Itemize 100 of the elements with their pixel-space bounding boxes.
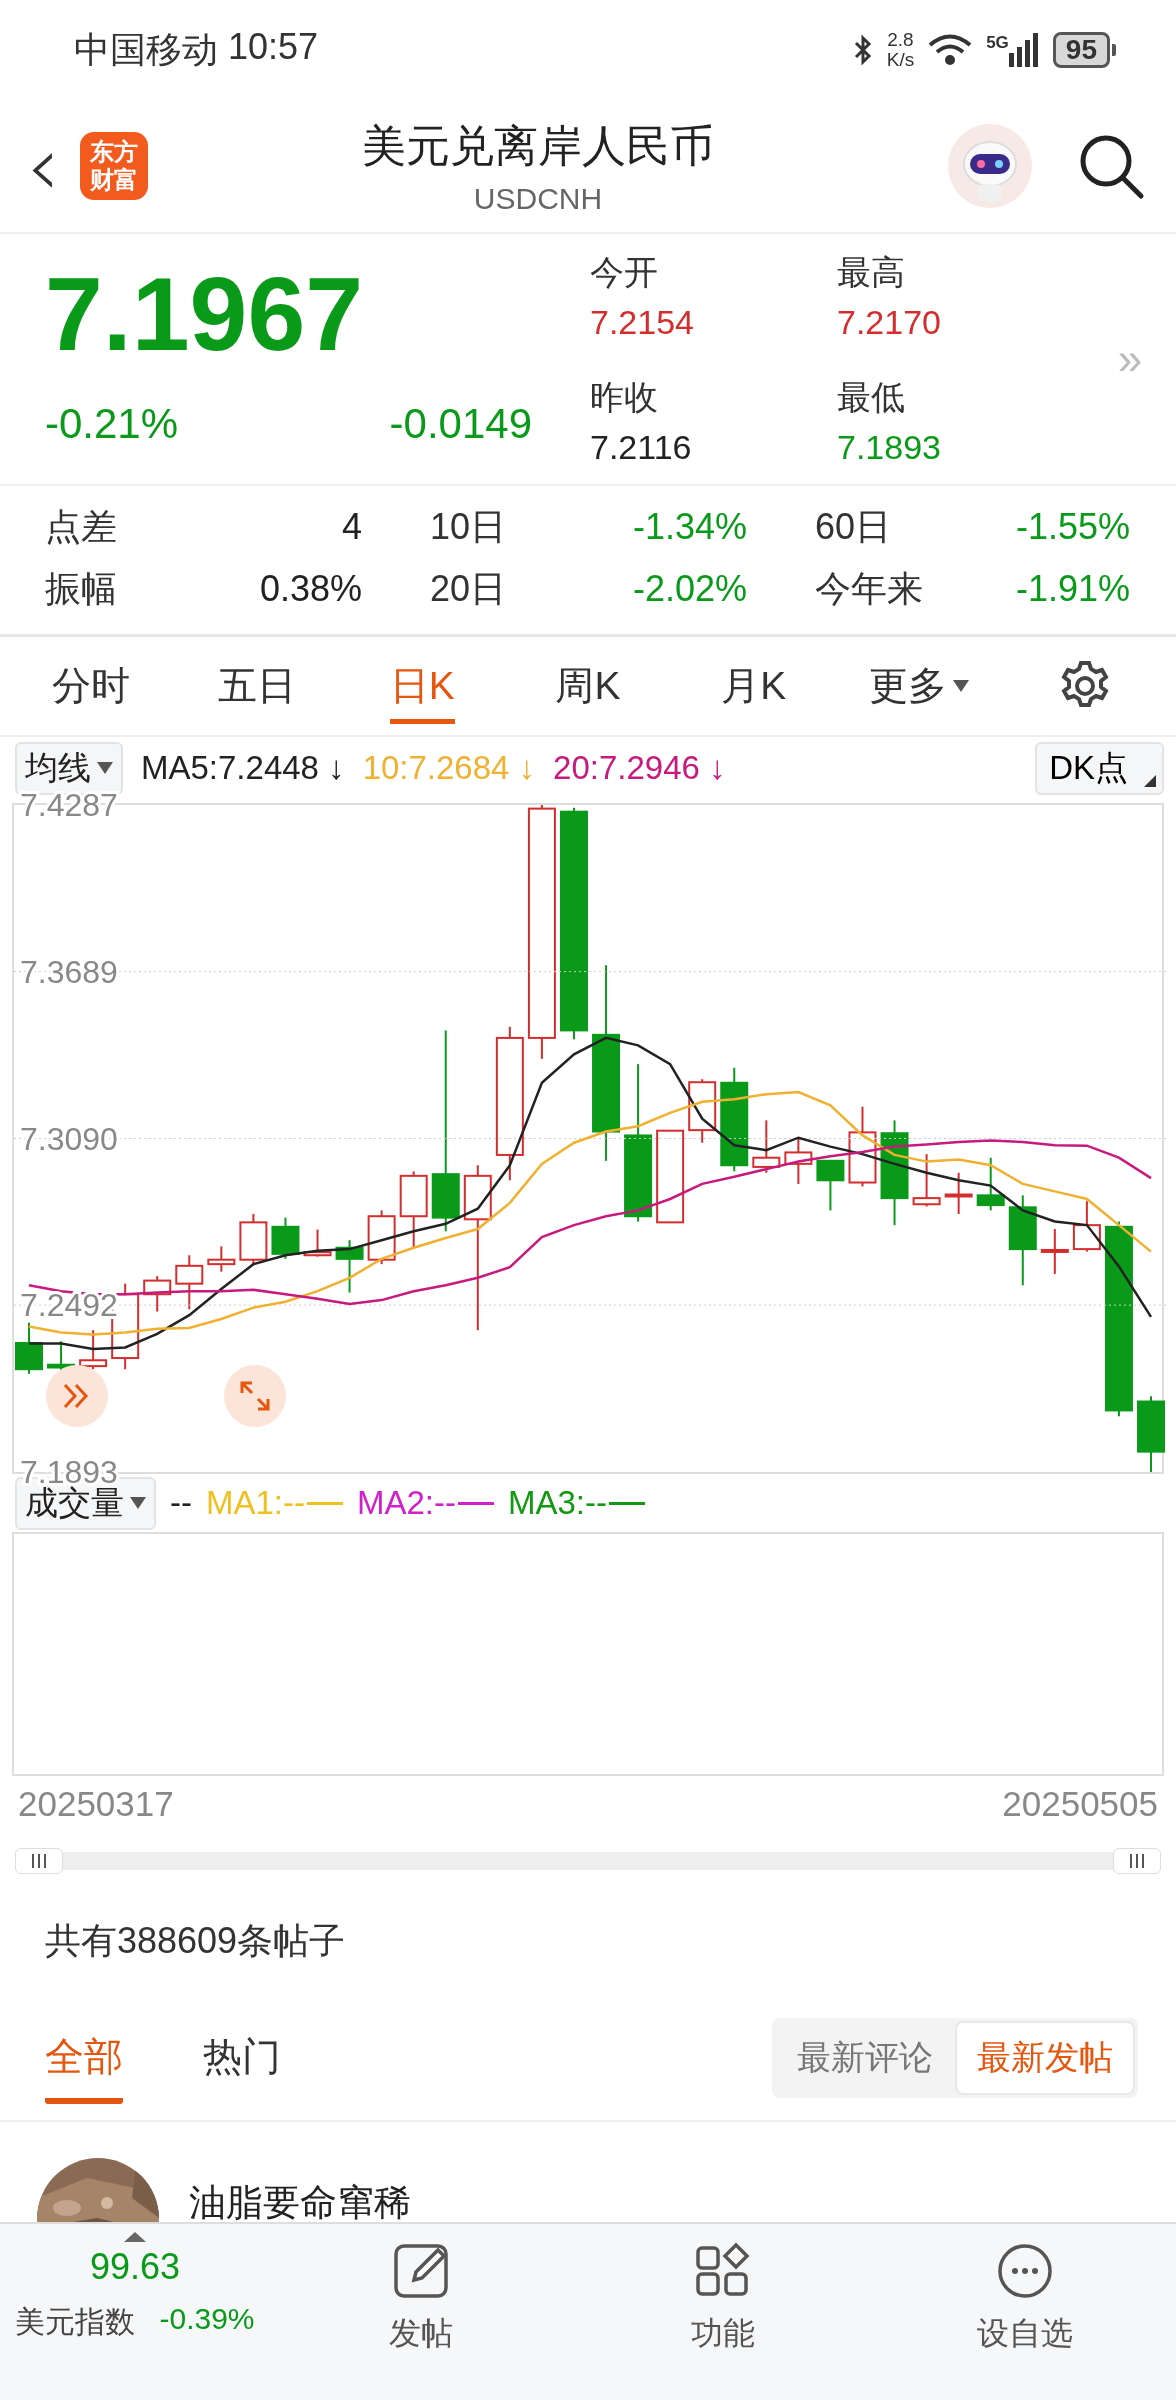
- edit-icon: [392, 2242, 450, 2300]
- caret-icon: [130, 1497, 146, 1509]
- stat-value: 4: [341, 506, 362, 548]
- tab[interactable]: 五日: [217, 648, 296, 724]
- legend-label: MA5:7.2448 ↓: [141, 749, 345, 787]
- author-name[interactable]: 油脂要命窜稀: [189, 2178, 411, 2222]
- legend-label: 20:7.2946 ↓: [553, 749, 726, 787]
- candlestick: [784, 1136, 813, 1185]
- range-handle[interactable]: [1113, 1848, 1161, 1874]
- candlestick: [175, 1254, 204, 1311]
- carrier-name: 中国移动: [74, 27, 218, 72]
- stat-value: -1.91%: [1015, 568, 1130, 610]
- candlestick: [752, 1119, 781, 1174]
- candlestick: [1072, 1200, 1101, 1253]
- more-icon: [996, 2242, 1054, 2300]
- candlestick: [207, 1245, 236, 1273]
- grip-icon: [29, 1854, 49, 1868]
- stat-value: -1.55%: [1015, 506, 1130, 548]
- candlestick: [15, 1321, 43, 1375]
- index-change: -0.39%: [159, 2302, 255, 2337]
- tab[interactable]: 全部: [45, 2012, 123, 2104]
- tab[interactable]: 月K: [721, 648, 787, 724]
- axis-label: 7.3090: [20, 1120, 118, 1157]
- sort-option[interactable]: 最新发帖: [955, 2021, 1135, 2095]
- field-value: 7.2170: [837, 301, 942, 343]
- field-value: 7.2154: [590, 301, 695, 343]
- field-label: 昨收: [590, 376, 659, 418]
- tab[interactable]: 热门: [203, 2012, 281, 2104]
- candlestick: [816, 1159, 845, 1212]
- page-title: 美元兑离岸人民币: [362, 119, 714, 172]
- candlestick: [944, 1171, 973, 1215]
- axis-label: 7.3689: [20, 953, 118, 990]
- candlestick: [79, 1329, 108, 1371]
- change-value: -0.0149: [389, 400, 532, 448]
- speed-unit: K/s: [886, 50, 915, 70]
- field-label: 今开: [590, 251, 659, 293]
- end-date: 20250505: [1002, 1784, 1158, 1825]
- candlestick: [367, 1209, 396, 1266]
- tab[interactable]: 周K: [555, 648, 621, 724]
- dk-button[interactable]: DK点: [1035, 741, 1164, 795]
- stat-label: 60日: [815, 504, 892, 549]
- candlestick: [271, 1216, 300, 1260]
- change-percent: -0.21%: [45, 400, 179, 448]
- legend-label: MA3:--: [508, 1484, 607, 1522]
- bluetooth-icon: [852, 34, 873, 66]
- range-handle[interactable]: [15, 1848, 63, 1874]
- field-value: 7.1893: [837, 426, 942, 468]
- candlestick: [1040, 1228, 1069, 1275]
- caret-icon: [97, 762, 113, 774]
- stat-value: -2.02%: [632, 568, 747, 610]
- stat-label: 点差: [45, 504, 117, 549]
- volume-value: --: [170, 1484, 192, 1522]
- grip-icon: [1127, 1854, 1147, 1868]
- legend-line: [307, 1501, 343, 1505]
- symbol-code: USDCNH: [473, 181, 603, 216]
- index-name: 美元指数: [15, 2304, 136, 2340]
- legend-line: [609, 1501, 645, 1505]
- sort-option[interactable]: 最新评论: [775, 2021, 955, 2095]
- legend-label: 10:7.2684 ↓: [362, 749, 536, 787]
- candlestick: [239, 1213, 268, 1266]
- signal-icon: [1008, 33, 1039, 67]
- candlestick: [912, 1153, 941, 1208]
- caret-icon[interactable]: [124, 2232, 146, 2242]
- last-price: 7.1967: [45, 255, 365, 374]
- stat-label: 20日: [430, 566, 507, 611]
- clock-time: 10:57: [228, 25, 319, 69]
- legend-line: [458, 1501, 494, 1505]
- robot-icon[interactable]: [948, 124, 1032, 208]
- start-date: 20250317: [18, 1784, 174, 1825]
- network-type: 5G: [986, 33, 1009, 53]
- tab[interactable]: 日K: [389, 648, 455, 724]
- stat-value: 0.38%: [259, 568, 362, 610]
- stat-label: 10日: [430, 504, 507, 549]
- back-button[interactable]: ‹: [18, 124, 68, 208]
- candlestick: [143, 1275, 172, 1313]
- tab[interactable]: 更多: [869, 648, 970, 724]
- field-label: 最低: [837, 376, 906, 418]
- candlestick: [303, 1228, 332, 1258]
- index-value: 99.63: [89, 2246, 181, 2288]
- stat-label: 今年来: [815, 566, 923, 611]
- caret-icon: [953, 679, 970, 692]
- legend-label: MA1:--: [206, 1484, 305, 1522]
- corner-icon: [1144, 774, 1156, 787]
- field-label: 最高: [837, 251, 906, 293]
- field-value: 7.2116: [590, 426, 693, 468]
- skip-button[interactable]: [46, 1365, 108, 1427]
- expand-icon: [238, 1379, 272, 1413]
- speed-value: 2.8: [887, 30, 914, 50]
- toolbar-button[interactable]: 设自选: [971, 2224, 1079, 2400]
- candlestick: [335, 1239, 364, 1294]
- tab[interactable]: 分时: [51, 648, 130, 724]
- toolbar-button[interactable]: 功能: [685, 2224, 761, 2400]
- stat-value: -1.34%: [632, 506, 747, 548]
- legend-label: MA2:--: [357, 1484, 456, 1522]
- candlestick: [976, 1156, 1005, 1212]
- wifi-icon: [928, 34, 973, 66]
- stat-label: 振幅: [45, 566, 117, 611]
- toolbar-button[interactable]: 发帖: [383, 2224, 459, 2400]
- post-count: 共有388609条帖子: [44, 1918, 347, 1963]
- indicator-dropdown[interactable]: 均线: [15, 741, 123, 795]
